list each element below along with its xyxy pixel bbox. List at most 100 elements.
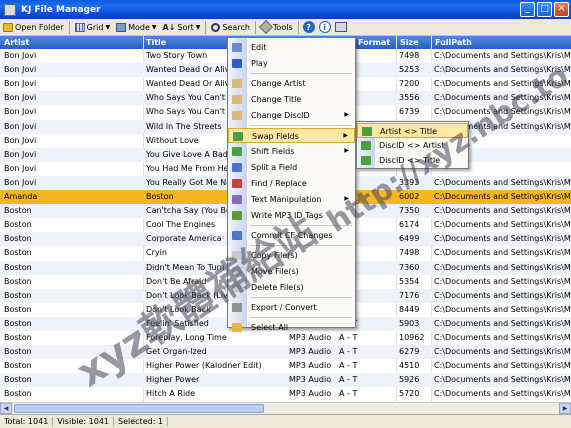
search-button[interactable]: Search xyxy=(208,20,252,35)
submenu-item[interactable]: DiscID <> Title xyxy=(357,153,468,168)
context-menu: Edit Play Change Artist Change Title Change … xyxy=(227,37,356,332)
menu-item-change-title[interactable]: Change Title xyxy=(228,92,355,107)
sort-dropdown[interactable]: A↓ Sort ▼ xyxy=(159,20,203,35)
cell-size: 4510 xyxy=(399,361,420,371)
cell-path: C:\Documents and Settings\Kris\M xyxy=(434,333,571,342)
column-header-title[interactable]: Title xyxy=(146,38,166,47)
menu-item-label: Text Manipulation xyxy=(251,195,322,204)
cell-artist: Bon Jovi xyxy=(4,79,37,89)
scroll-right-icon[interactable]: ▶ xyxy=(559,403,571,414)
cell-artist: Boston xyxy=(4,220,32,230)
menu-item-label: Delete File(s) xyxy=(251,283,304,292)
cell-artist: Boston xyxy=(4,375,32,385)
grid-dropdown[interactable]: Grid ▼ xyxy=(72,20,113,35)
menu-item-edit[interactable]: Edit xyxy=(228,40,355,55)
menu-item-label: Split a Field xyxy=(251,163,298,172)
menu-item-find-replace[interactable]: Find / Replace xyxy=(228,176,355,191)
menu-item-select-all[interactable]: Select All xyxy=(228,320,355,335)
cell-path: C:\Documents and Settings\Kris\M xyxy=(434,248,571,258)
cell-artist: Bon Jovi xyxy=(4,121,37,131)
tag-icon xyxy=(232,211,242,220)
menu-item-copy-file-s[interactable]: Copy File(s) xyxy=(228,248,355,263)
cell-type: MP3 Audio xyxy=(289,375,332,385)
menu-item-change-discid[interactable]: Change DiscID ▶ xyxy=(228,108,355,123)
menu-separator xyxy=(250,317,352,318)
menu-separator xyxy=(250,125,352,126)
cell-artist: Bon Jovi xyxy=(4,149,37,159)
info-icon[interactable]: i xyxy=(318,21,331,33)
cell-artist: Bon Jovi xyxy=(4,93,37,103)
menu-item-label: Edit xyxy=(251,43,267,52)
chevron-right-icon: ▶ xyxy=(344,111,349,118)
menu-item-label: Move File(s) xyxy=(251,267,299,276)
submenu-item[interactable]: DiscID <> Artist xyxy=(357,138,468,153)
swap-icon xyxy=(362,127,372,136)
cell-size: 5720 xyxy=(399,389,420,399)
column-header-format[interactable]: Format xyxy=(358,38,390,47)
menu-item-label: Find / Replace xyxy=(251,179,307,188)
menu-item-play[interactable]: Play xyxy=(228,56,355,71)
cell-format: A - T xyxy=(339,361,358,371)
menu-item-write-mp3-id-tags[interactable]: Write MP3 ID Tags xyxy=(228,208,355,223)
submenu-item-label: DiscID <> Title xyxy=(379,156,441,165)
menu-item-move-file-s[interactable]: Move File(s) xyxy=(228,264,355,279)
table-row[interactable]: Boston Higher Power (Kalodner Edit) MP3 Au… xyxy=(0,359,571,373)
cell-artist: Boston xyxy=(4,234,32,244)
menu-item-label: Change DiscID xyxy=(251,111,310,120)
column-header-size[interactable]: Size xyxy=(400,38,419,47)
cell-size: 7176 xyxy=(399,290,420,300)
id-card-icon[interactable] xyxy=(334,22,347,32)
chevron-right-icon: ▶ xyxy=(343,132,348,139)
cell-size: 6279 xyxy=(399,347,420,357)
submenu-item-label: DiscID <> Artist xyxy=(379,141,445,150)
app-icon xyxy=(4,3,16,16)
menu-item-label: Swap Fields xyxy=(252,132,299,141)
cell-path: C:\Documents and Settings\Kris\M xyxy=(434,220,571,230)
menu-item-text-manipulation[interactable]: Text Manipulation ▶ xyxy=(228,192,355,207)
table-row[interactable]: Boston Higher Power MP3 Audio A - T 5926 C:\D… xyxy=(0,373,571,388)
menu-item-label: Export / Convert xyxy=(251,303,317,312)
menu-separator xyxy=(250,73,352,74)
menu-item-delete-file-s[interactable]: Delete File(s) xyxy=(228,280,355,295)
maximize-button[interactable]: □ xyxy=(537,2,552,17)
pencil-icon xyxy=(232,79,242,88)
cell-size: 5903 xyxy=(399,318,420,328)
status-total: Total: 1041 xyxy=(0,417,54,426)
cell-path: C:\Documents and Settings\Kris\M xyxy=(434,93,571,103)
cell-size: 7498 xyxy=(399,248,420,258)
horizontal-scrollbar[interactable]: ◀ ▶ xyxy=(0,402,571,414)
cell-artist: Bon Jovi xyxy=(4,51,37,60)
mode-dropdown[interactable]: Mode ▼ xyxy=(113,20,159,35)
menu-item-commit-cf-changes[interactable]: Commit CF Changes xyxy=(228,228,355,243)
submenu-item[interactable]: Artist <> Title xyxy=(357,123,468,138)
chevron-right-icon: ▶ xyxy=(344,195,349,202)
cell-size: 8449 xyxy=(399,304,420,314)
play-icon xyxy=(232,59,242,68)
status-selected: Selected: 1 xyxy=(114,417,169,426)
open-folder-button[interactable]: Open Folder xyxy=(0,20,67,35)
cell-path: C:\Documents and Settings\Kris\M xyxy=(434,79,571,89)
column-header-artist[interactable]: Artist xyxy=(4,38,29,47)
menu-item-split-a-field[interactable]: Split a Field xyxy=(228,160,355,175)
cell-format: A - T xyxy=(339,375,358,385)
help-icon[interactable]: ? xyxy=(302,21,315,33)
chevron-down-icon: ▼ xyxy=(195,23,201,31)
menu-item-export-convert[interactable]: Export / Convert xyxy=(228,300,355,315)
column-header-fullpath[interactable]: FullPath xyxy=(435,38,472,47)
menu-item-swap-fields[interactable]: Swap Fields ▶ xyxy=(228,128,355,143)
scrollbar-thumb[interactable] xyxy=(14,404,264,413)
minimize-button[interactable]: _ xyxy=(520,2,535,17)
close-button[interactable]: ✕ xyxy=(554,2,569,17)
scroll-left-icon[interactable]: ◀ xyxy=(0,403,12,414)
table-row[interactable]: Boston Hitch A Ride MP3 Audio A - T 5720 C:\D… xyxy=(0,387,571,401)
cell-size: 6499 xyxy=(399,234,420,244)
table-row[interactable]: Boston Get Organ-Ized MP3 Audio A - T 6279 C:… xyxy=(0,345,571,360)
swap-icon xyxy=(361,156,371,165)
pencil-icon xyxy=(232,95,242,104)
menu-item-shift-fields[interactable]: Shift Fields ▶ xyxy=(228,144,355,159)
cell-path: C:\Documents and Settings\Kris\M xyxy=(434,206,571,216)
cell-path: C:\Documents and Settings\Kris\M xyxy=(434,51,571,60)
menu-item-label: Copy File(s) xyxy=(251,251,298,260)
tools-button[interactable]: Tools xyxy=(258,19,296,35)
menu-item-change-artist[interactable]: Change Artist xyxy=(228,76,355,91)
